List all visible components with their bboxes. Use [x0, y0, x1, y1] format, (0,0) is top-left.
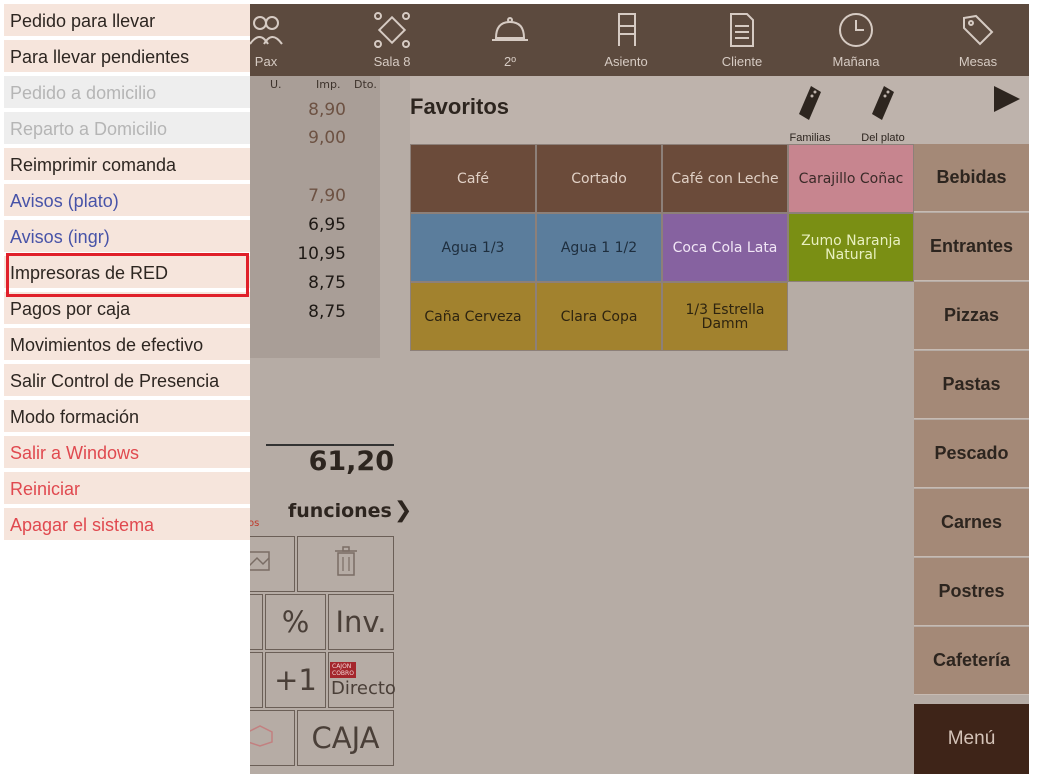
table-icon	[336, 10, 448, 50]
seat-button[interactable]: Asiento	[570, 4, 682, 76]
discount-header: Dto.	[354, 78, 377, 91]
order-line-price[interactable]: 7,90	[308, 186, 346, 206]
tags-icon	[922, 10, 1029, 50]
play-arrow-icon[interactable]	[992, 84, 1022, 118]
del-plato-button[interactable]: Del plato	[853, 84, 913, 144]
menu-item: Reparto a Domicilio	[4, 112, 250, 146]
course-label: 2º	[504, 54, 516, 69]
product-button[interactable]: Carajillo Coñac	[788, 144, 914, 213]
menu-item[interactable]: Salir a Windows	[4, 436, 250, 470]
category-button[interactable]: Postres	[914, 558, 1029, 626]
category-button[interactable]: Cafetería	[914, 627, 1029, 695]
menu-item[interactable]: Avisos (plato)	[4, 184, 250, 218]
menu-item[interactable]: Apagar el sistema	[4, 508, 250, 542]
del-plato-label: Del plato	[861, 132, 905, 144]
product-button[interactable]: Zumo Naranja Natural	[788, 213, 914, 282]
order-line-price[interactable]: 8,75	[308, 273, 346, 293]
shaker-icon	[795, 86, 825, 127]
menu-item[interactable]: Reiniciar	[4, 472, 250, 506]
order-ticket[interactable]: U. Imp. Dto. 8,90 9,00 7,90 6,95 10,95 8…	[250, 76, 380, 358]
cloche-icon	[454, 10, 566, 50]
amount-header: Imp.	[316, 78, 341, 91]
order-line-price[interactable]: 6,95	[308, 215, 346, 235]
product-button[interactable]: Clara Copa	[536, 282, 662, 351]
familias-label: Familias	[789, 132, 831, 144]
highlight-box	[6, 253, 249, 297]
order-line-price[interactable]: 8,90	[308, 100, 346, 120]
product-button[interactable]: Café con Leche	[662, 144, 788, 213]
product-button[interactable]: Agua 1/3	[410, 213, 536, 282]
side-menu: Pedido para llevar Para llevar pendientes…	[4, 4, 250, 774]
product-button[interactable]: Café	[410, 144, 536, 213]
sala-button[interactable]: Sala 8	[336, 4, 448, 76]
menu-item[interactable]: Para llevar pendientes	[4, 40, 250, 74]
unit-header: U.	[270, 78, 282, 91]
delete-key[interactable]	[297, 536, 394, 592]
category-button[interactable]: Pastas	[914, 351, 1029, 419]
clock-icon	[800, 10, 912, 50]
percent-key[interactable]: %	[265, 594, 326, 650]
functions-toggle[interactable]: funciones❯	[288, 498, 412, 523]
product-button[interactable]: 1/3 Estrella Damm	[662, 282, 788, 351]
order-line-price[interactable]: 8,75	[308, 302, 346, 322]
caja-key[interactable]: CAJA	[297, 710, 394, 766]
chair-icon	[570, 10, 682, 50]
directo-label: Directo	[331, 677, 396, 699]
client-card-icon	[686, 10, 798, 50]
product-button[interactable]: Cortado	[536, 144, 662, 213]
image-edit-icon	[247, 547, 273, 581]
trash-icon	[334, 545, 358, 584]
menu-item[interactable]: Salir Control de Presencia	[4, 364, 250, 398]
menu-item[interactable]: Pedido para llevar	[4, 4, 250, 38]
directo-key[interactable]: CAJON COBRO Directo	[328, 652, 396, 708]
order-line-price[interactable]: 9,00	[308, 128, 346, 148]
badge-line: CAJON	[332, 662, 352, 670]
plus-one-key[interactable]: +1	[265, 652, 326, 708]
menu-item[interactable]: Reimprimir comanda	[4, 148, 250, 182]
chevron-right-icon: ❯	[393, 498, 413, 523]
favorites-header: Favoritos Familias Del plato	[410, 76, 1029, 144]
functions-label: funciones	[288, 500, 392, 522]
order-total: 61,20	[308, 446, 394, 477]
time-label: Mañana	[832, 54, 880, 69]
product-button[interactable]: Coca Cola Lata	[662, 213, 788, 282]
mesas-label: Mesas	[958, 54, 998, 69]
order-header: U. Imp. Dto.	[250, 76, 380, 94]
client-button[interactable]: Cliente	[686, 4, 798, 76]
course-button[interactable]: 2º	[454, 4, 566, 76]
familias-button[interactable]: Familias	[780, 84, 840, 144]
pos-app: Pax Sala 8 2º Asiento Cliente Mañana Mes…	[4, 4, 1029, 774]
cash-drawer-badge: CAJON COBRO	[330, 661, 356, 678]
menu-item[interactable]: Pagos por caja	[4, 292, 250, 326]
mesas-button[interactable]: Mesas	[922, 4, 1029, 76]
category-button[interactable]: Pizzas	[914, 282, 1029, 350]
category-button[interactable]: Pescado	[914, 420, 1029, 488]
favorites-title: Favoritos	[410, 94, 510, 119]
invitation-key[interactable]: Inv.	[328, 594, 394, 650]
menu-item[interactable]: Avisos (ingr)	[4, 220, 250, 254]
menu-item: Pedido a domicilio	[4, 76, 250, 110]
sala-label: Sala 8	[373, 54, 411, 69]
time-button[interactable]: Mañana	[800, 4, 912, 76]
order-line-price[interactable]: 10,95	[297, 244, 346, 264]
product-button[interactable]: Caña Cerveza	[410, 282, 536, 351]
category-button[interactable]: Bebidas	[914, 144, 1029, 212]
category-button[interactable]: Carnes	[914, 489, 1029, 557]
category-button[interactable]: Entrantes	[914, 213, 1029, 281]
product-button[interactable]: Agua 1 1/2	[536, 213, 662, 282]
badge-line: COBRO	[332, 669, 354, 677]
seat-label: Asiento	[604, 54, 648, 69]
client-label: Cliente	[721, 54, 763, 69]
menu-button[interactable]: Menú	[914, 704, 1029, 774]
menu-item[interactable]: Movimientos de efectivo	[4, 328, 250, 362]
shaker-icon	[868, 86, 898, 127]
menu-item[interactable]: Modo formación	[4, 400, 250, 434]
top-toolbar: Pax Sala 8 2º Asiento Cliente Mañana Mes…	[249, 4, 1029, 76]
